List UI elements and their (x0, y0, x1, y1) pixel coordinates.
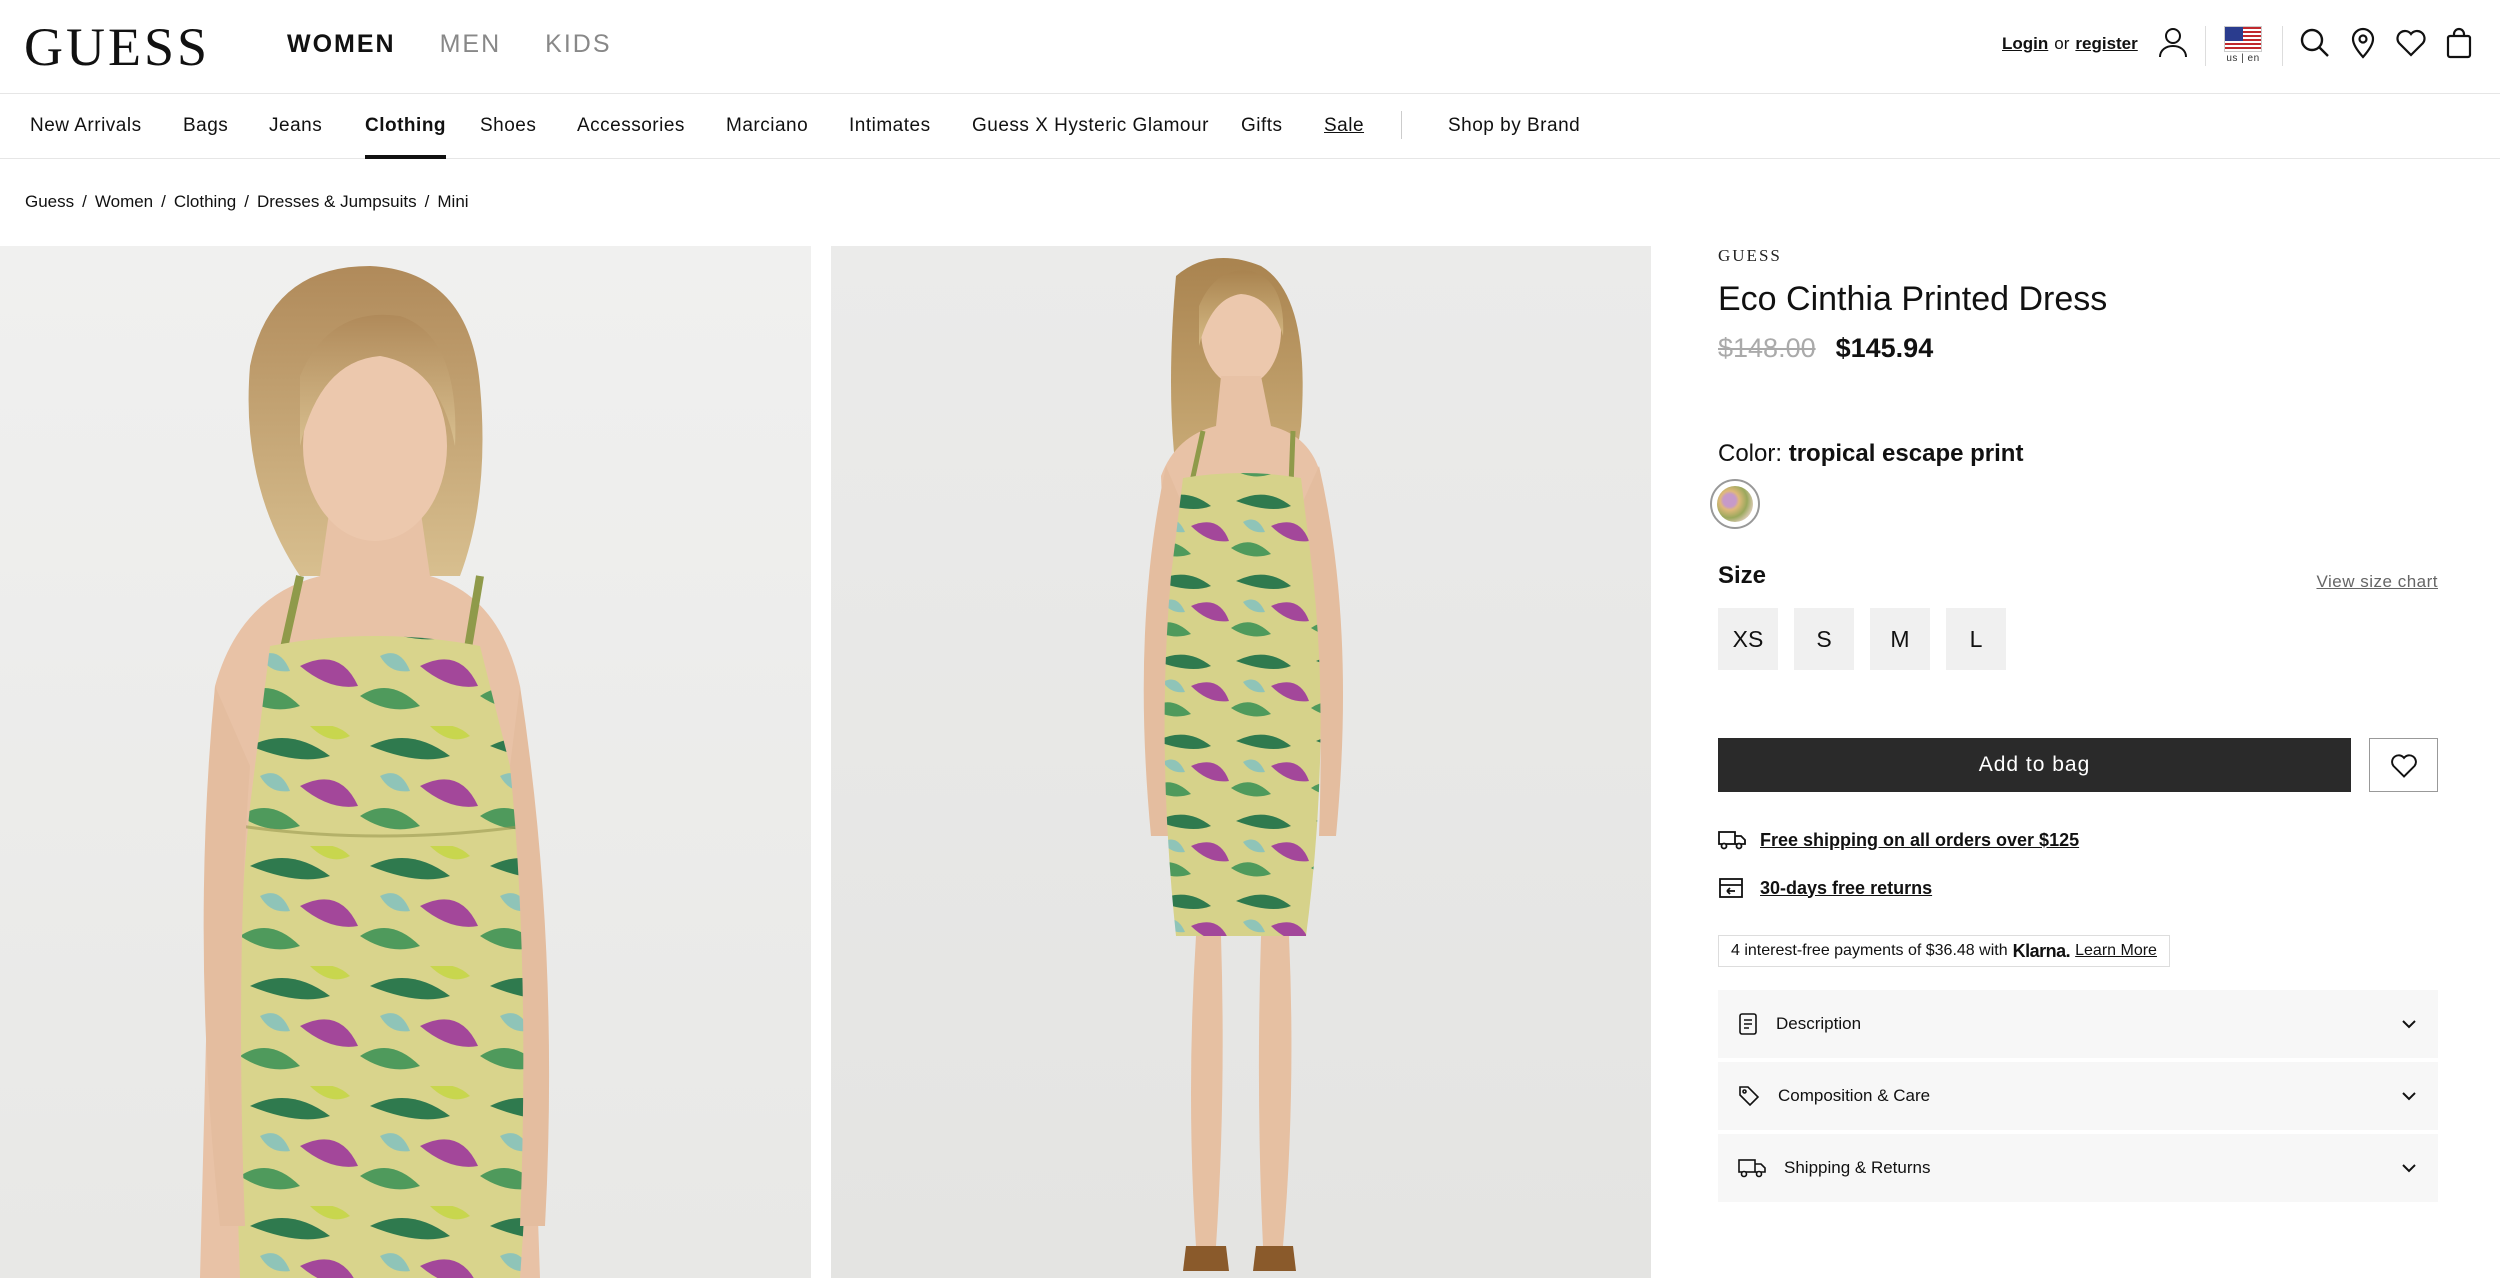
klarna-learn-more-link[interactable]: Learn More (2075, 942, 2157, 960)
header-divider (2205, 26, 2206, 66)
nav-divider (1401, 111, 1402, 139)
product-brand: GUESS (1718, 246, 1782, 265)
free-shipping-link[interactable]: Free shipping on all orders over $125 (1760, 830, 2079, 851)
klarna-banner: 4 interest-free payments of $36.48 with … (1718, 935, 2170, 967)
sale-price: $145.94 (1835, 333, 1934, 363)
document-icon (1739, 1013, 1757, 1035)
product-title: Eco Cinthia Printed Dress (1718, 280, 2108, 318)
wishlist-button[interactable] (2369, 738, 2438, 792)
breadcrumb-mini[interactable]: Mini (437, 192, 468, 212)
nav-jeans[interactable]: Jeans (269, 115, 322, 159)
original-price: $148.00 (1718, 333, 1816, 363)
size-xs-button[interactable]: XS (1718, 608, 1778, 670)
chevron-down-icon (2402, 1092, 2416, 1101)
nav-clothing[interactable]: Clothing (365, 115, 447, 159)
size-label: Size (1718, 562, 1767, 589)
search-icon[interactable] (2297, 25, 2333, 61)
nav-intimates[interactable]: Intimates (849, 115, 931, 159)
model-illustration (1143, 258, 1344, 1271)
free-returns-perk: 30-days free returns (1718, 876, 1932, 900)
breadcrumb-dresses[interactable]: Dresses & Jumpsuits (257, 192, 417, 212)
free-shipping-perk: Free shipping on all orders over $125 (1718, 828, 2079, 852)
product-image-front-closeup[interactable] (0, 246, 811, 1278)
nav-shop-by-brand[interactable]: Shop by Brand (1448, 115, 1580, 159)
accordion-label: Shipping & Returns (1784, 1158, 1931, 1177)
nav-hysteric-glamour[interactable]: Guess X Hysteric Glamour (972, 115, 1209, 159)
product-image-full-length[interactable] (831, 246, 1651, 1278)
size-m-button[interactable]: M (1870, 608, 1930, 670)
tab-men[interactable]: MEN (440, 30, 502, 59)
size-options: XS S M L (1718, 608, 2006, 670)
delivery-truck-icon (1738, 1159, 1766, 1178)
category-nav: New Arrivals Bags Jeans Clothing Shoes A… (0, 95, 2500, 159)
guess-logo[interactable]: GUESS (24, 20, 210, 74)
flag-us-icon (2224, 26, 2262, 52)
product-info-panel: GUESS Eco Cinthia Printed Dress $148.00 … (1710, 246, 2438, 1202)
size-s-button[interactable]: S (1794, 608, 1854, 670)
breadcrumb-guess[interactable]: Guess (25, 192, 74, 212)
login-link[interactable]: Login (2002, 34, 2048, 53)
shopping-bag-icon[interactable] (2441, 25, 2477, 61)
size-chart-link[interactable]: View size chart (2316, 572, 2438, 592)
tab-kids[interactable]: KIDS (545, 30, 611, 59)
nav-new-arrivals[interactable]: New Arrivals (30, 115, 142, 159)
header-divider (2282, 26, 2283, 66)
add-to-bag-button[interactable]: Add to bag (1718, 738, 2351, 792)
heart-icon[interactable] (2393, 25, 2429, 61)
klarna-logo: Klarna. (2012, 940, 2071, 961)
chevron-down-icon (2402, 1020, 2416, 1029)
truck-icon (1718, 831, 1746, 850)
nav-bags[interactable]: Bags (183, 115, 228, 159)
accordion-composition-care[interactable]: Composition & Care (1718, 1062, 2438, 1130)
accordion-label: Description (1776, 1014, 1862, 1033)
accordion-shipping-returns[interactable]: Shipping & Returns (1718, 1134, 2438, 1202)
register-link[interactable]: register (2075, 34, 2137, 53)
nav-shoes[interactable]: Shoes (480, 115, 536, 159)
swatch-pattern (1717, 486, 1753, 522)
heart-icon (2390, 754, 2417, 778)
or-text: or (2054, 34, 2070, 53)
color-name: tropical escape print (1788, 440, 2024, 467)
free-returns-link[interactable]: 30-days free returns (1760, 878, 1932, 899)
price-row: $148.00 $145.94 (1718, 333, 2438, 364)
gender-nav: WOMEN MEN KIDS (287, 30, 612, 59)
model-illustration (200, 266, 550, 1278)
klarna-text: 4 interest-free payments of $36.48 with (1731, 942, 2008, 959)
nav-sale[interactable]: Sale (1324, 115, 1364, 159)
tab-women[interactable]: WOMEN (287, 30, 396, 59)
locale-label: us | en (2226, 53, 2260, 64)
accordion-label: Composition & Care (1778, 1086, 1931, 1105)
chevron-down-icon (2402, 1164, 2416, 1173)
nav-marciano[interactable]: Marciano (726, 115, 808, 159)
locale-selector[interactable]: us | en (2224, 26, 2262, 66)
breadcrumb-clothing[interactable]: Clothing (174, 192, 236, 212)
account-links: Login or register (2002, 34, 2138, 54)
breadcrumb-women[interactable]: Women (95, 192, 153, 212)
color-label: Color: tropical escape print (1718, 440, 2023, 468)
color-prefix: Color: (1718, 440, 1783, 467)
top-header: GUESS WOMEN MEN KIDS Login or register us … (0, 0, 2500, 94)
accordion-description[interactable]: Description (1718, 990, 2438, 1058)
user-icon[interactable] (2155, 25, 2191, 61)
location-pin-icon[interactable] (2345, 25, 2381, 61)
return-box-icon (1719, 878, 1743, 898)
breadcrumb: Guess / Women / Clothing / Dresses & Jumpsu… (25, 192, 469, 212)
nav-accessories[interactable]: Accessories (577, 115, 685, 159)
size-l-button[interactable]: L (1946, 608, 2006, 670)
nav-gifts[interactable]: Gifts (1241, 115, 1283, 159)
color-swatch-tropical-escape[interactable] (1710, 479, 1760, 529)
tag-icon (1739, 1086, 1760, 1107)
